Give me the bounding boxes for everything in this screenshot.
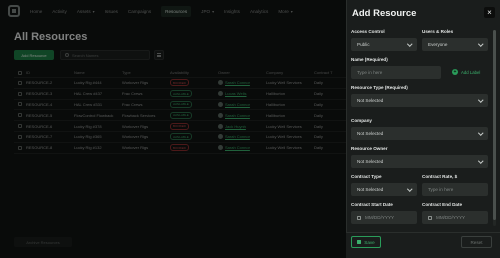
company-value: Not Selected [357, 131, 384, 136]
panel-scrollbar[interactable] [493, 30, 496, 226]
resource-owner-label: Resource Owner [351, 146, 388, 151]
add-label-button[interactable]: + Add Label [452, 69, 480, 75]
reset-button[interactable]: Reset [461, 236, 492, 248]
contract-end-placeholder: MM/DD/YYYY [436, 215, 466, 220]
contract-start-date-input[interactable]: MM/DD/YYYY [351, 211, 417, 224]
scrollbar-thumb[interactable] [493, 30, 496, 220]
resource-type-value: Not Selected [357, 98, 384, 103]
contract-start-placeholder: MM/DD/YYYY [365, 215, 395, 220]
resource-owner-select[interactable]: Not Selected [351, 155, 488, 168]
close-icon[interactable]: × [484, 7, 495, 18]
resource-type-label: Resource Type (Required) [351, 85, 408, 90]
contract-end-label: Contract End Date [422, 202, 463, 207]
save-button[interactable]: Save [351, 236, 381, 248]
add-label-text: Add Label [461, 69, 481, 75]
resource-type-select[interactable]: Not Selected [351, 94, 488, 107]
contract-rate-label: Contract Rate, $ [422, 174, 458, 179]
contract-start-label: Contract Start Date [351, 202, 393, 207]
app-root: Home Activity Assets ▾ Issues Campaigns R… [0, 0, 500, 258]
contract-type-select[interactable]: Not Selected [351, 183, 417, 196]
users-roles-value: Everyone [428, 42, 448, 47]
chevron-down-icon [406, 186, 412, 192]
contract-type-value: Not Selected [357, 187, 384, 192]
save-label: Save [364, 239, 375, 245]
chevron-down-icon [477, 97, 483, 103]
name-label: Name (Required) [351, 57, 388, 62]
users-roles-label: Users & Roles [422, 29, 454, 34]
access-control-select[interactable]: Public [351, 38, 417, 51]
plus-icon: + [452, 69, 458, 75]
chevron-down-icon [406, 41, 412, 47]
contract-rate-input[interactable]: Type in here [422, 183, 488, 196]
resource-owner-value: Not Selected [357, 159, 384, 164]
resources-page: Home Activity Assets ▾ Issues Campaigns R… [0, 0, 346, 258]
users-roles-select[interactable]: Everyone [422, 38, 488, 51]
company-label: Company [351, 118, 372, 123]
access-control-label: Access Control [351, 29, 385, 34]
chevron-down-icon [477, 41, 483, 47]
contract-rate-placeholder: Type in here [428, 187, 454, 192]
contract-end-date-input[interactable]: MM/DD/YYYY [422, 211, 488, 224]
contract-type-label: Contract Type [351, 174, 382, 179]
save-icon [357, 240, 362, 244]
calendar-icon [357, 215, 361, 220]
name-placeholder: Type in here [357, 70, 383, 75]
chevron-down-icon [477, 158, 483, 164]
company-select[interactable]: Not Selected [351, 127, 488, 140]
access-control-value: Public [357, 42, 370, 47]
reset-label: Reset [470, 239, 483, 245]
chevron-down-icon [477, 130, 483, 136]
panel-title: Add Resource [352, 8, 417, 19]
name-input[interactable]: Type in here [351, 66, 441, 79]
calendar-icon [428, 215, 432, 220]
modal-overlay[interactable] [0, 0, 346, 258]
